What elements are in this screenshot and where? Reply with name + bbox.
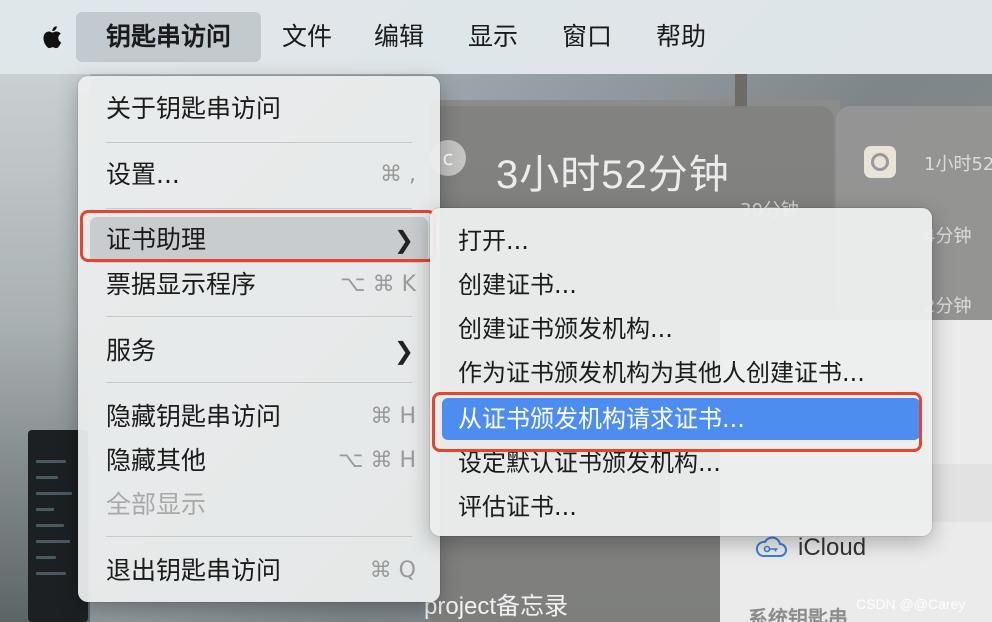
menu-item-label: 关于钥匙串访问 — [106, 94, 282, 123]
chrome-icon — [864, 146, 896, 178]
menu-item-label: 退出钥匙串访问 — [106, 556, 282, 585]
chevron-right-icon: ❯ — [393, 226, 414, 254]
menu-item-ticket-viewer[interactable]: 票据显示程序 ⌥ ⌘ K — [90, 262, 428, 308]
menu-item-settings[interactable]: 设置... ⌘ , — [90, 152, 428, 198]
submenu-item-create-cert-for-others[interactable]: 作为证书颁发机构为其他人创建证书... — [442, 352, 920, 394]
shortcut-label: ⌘ H — [370, 404, 416, 429]
menu-item-label: 票据显示程序 — [106, 270, 257, 299]
menu-separator — [106, 536, 412, 537]
sidebar-item-system-keychain[interactable]: 系统钥匙串 — [748, 602, 848, 622]
submenu-item-create-ca[interactable]: 创建证书颁发机构... — [442, 308, 920, 350]
submenu-item-evaluate-certificate[interactable]: 评估证书... — [442, 486, 920, 528]
submenu-item-request-certificate[interactable]: 从证书颁发机构请求证书... — [442, 398, 920, 440]
apple-logo-icon[interactable] — [38, 22, 68, 52]
menu-separator — [106, 316, 412, 317]
keychain-access-menu: 关于钥匙串访问 设置... ⌘ , 证书助理 ❯ 票据显示程序 ⌥ ⌘ K 服务… — [78, 76, 440, 602]
menu-file[interactable]: 文件 — [282, 12, 332, 62]
menu-separator — [106, 142, 412, 143]
menu-separator — [106, 208, 412, 209]
shortcut-label: ⌘ , — [380, 162, 416, 187]
submenu-item-set-default-ca[interactable]: 设定默认证书颁发机构... — [442, 442, 920, 484]
menu-view[interactable]: 显示 — [468, 12, 518, 62]
notes-widget-title: project备忘录 — [424, 593, 569, 620]
submenu-item-open[interactable]: 打开... — [442, 220, 920, 262]
sidebar-item-icloud[interactable]: iCloud — [754, 534, 866, 562]
menu-item-label: 全部显示 — [106, 490, 207, 519]
menu-item-label: 隐藏钥匙串访问 — [106, 402, 282, 431]
menu-item-services[interactable]: 服务 ❯ — [90, 328, 428, 374]
icloud-key-icon — [755, 536, 787, 557]
chevron-right-icon: ❯ — [393, 337, 414, 365]
menu-item-label: 设置... — [106, 160, 180, 189]
menu-item-label: 服务 — [106, 336, 157, 365]
icloud-label: iCloud — [798, 534, 867, 561]
background-pole — [735, 74, 747, 108]
menu-keychain-access[interactable]: 钥匙串访问 — [76, 12, 262, 62]
shortcut-label: ⌥ ⌘ K — [340, 272, 416, 297]
menu-separator — [106, 382, 412, 383]
menu-item-label: 隐藏其他 — [106, 446, 207, 475]
shortcut-label: ⌥ ⌘ H — [338, 448, 416, 473]
menu-item-hide-others[interactable]: 隐藏其他 ⌥ ⌘ H — [90, 438, 428, 484]
menu-item-show-all: 全部显示 — [90, 482, 428, 528]
menu-edit[interactable]: 编辑 — [374, 12, 424, 62]
menu-item-about[interactable]: 关于钥匙串访问 — [90, 86, 428, 132]
usage-line-1: 1小时52 — [924, 154, 992, 175]
screen-time-total: 3小时52分钟 — [496, 153, 730, 197]
certificate-assistant-submenu: 打开... 创建证书... 创建证书颁发机构... 作为证书颁发机构为其他人创建… — [430, 208, 932, 536]
menu-window[interactable]: 窗口 — [562, 12, 612, 62]
menu-item-label: 证书助理 — [106, 225, 207, 254]
watermark: CSDN @@Carey — [856, 596, 966, 612]
menu-item-certificate-assistant[interactable]: 证书助理 ❯ — [90, 217, 428, 263]
menu-item-quit[interactable]: 退出钥匙串访问 ⌘ Q — [90, 548, 428, 594]
shortcut-label: ⌘ Q — [369, 558, 416, 583]
menu-item-hide-app[interactable]: 隐藏钥匙串访问 ⌘ H — [90, 394, 428, 440]
menu-help[interactable]: 帮助 — [656, 12, 706, 62]
menu-bar: 钥匙串访问 文件 编辑 显示 窗口 帮助 — [0, 0, 992, 74]
submenu-item-create-certificate[interactable]: 创建证书... — [442, 264, 920, 306]
